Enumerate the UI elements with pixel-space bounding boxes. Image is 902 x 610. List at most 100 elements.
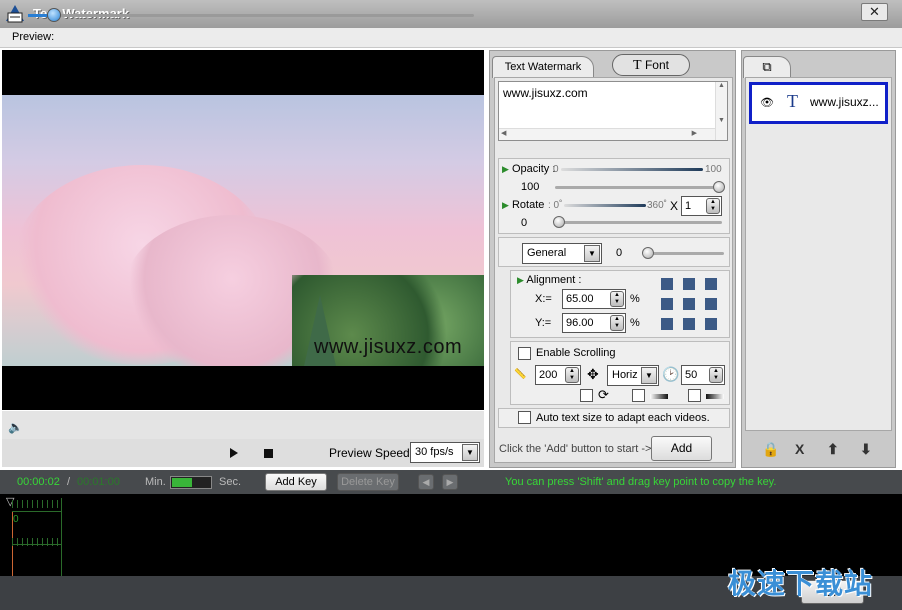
stop-button[interactable] bbox=[264, 449, 273, 458]
zoom-slider-fill bbox=[172, 478, 192, 487]
next-key-icon[interactable]: ▶ bbox=[442, 474, 458, 490]
expand-arrow-icon[interactable]: ▶ bbox=[502, 164, 509, 174]
y-label: Y:= bbox=[535, 317, 552, 329]
watermark-overlay-text[interactable]: www.jisuxz.com bbox=[314, 336, 462, 359]
effect-slider-handle[interactable] bbox=[642, 247, 654, 259]
enable-scrolling-label: Enable Scrolling bbox=[536, 347, 616, 359]
move-up-button[interactable]: ⬆ bbox=[827, 441, 839, 458]
spin-arrows-icon[interactable]: ▲ ▼ bbox=[610, 315, 624, 331]
text-vertical-scrollbar[interactable]: ▲ ▼ bbox=[715, 82, 727, 140]
align-top-right-button[interactable] bbox=[705, 278, 717, 290]
x-percent: % bbox=[630, 293, 640, 305]
y-percent: % bbox=[630, 317, 640, 329]
spin-arrows-icon[interactable]: ▲ ▼ bbox=[706, 198, 720, 214]
effect-select[interactable]: General ▼ bbox=[522, 243, 602, 264]
spin-arrows-icon[interactable]: ▲ ▼ bbox=[610, 291, 624, 307]
tab-layers[interactable]: ⧉ bbox=[743, 56, 791, 78]
scroll-count-value: 50 bbox=[685, 369, 698, 381]
seek-track[interactable] bbox=[28, 14, 474, 17]
align-top-center-button[interactable] bbox=[683, 278, 695, 290]
close-button[interactable]: ✕ bbox=[861, 3, 888, 21]
preview-speed-value: 30 fps/s bbox=[415, 446, 454, 458]
min-label: Min. bbox=[145, 476, 166, 488]
loop-checkbox[interactable] bbox=[580, 389, 593, 402]
align-bottom-right-button[interactable] bbox=[705, 318, 717, 330]
play-button[interactable] bbox=[230, 448, 238, 458]
auto-size-label: Auto text size to adapt each videos. bbox=[536, 412, 710, 424]
preview-label: Preview: bbox=[12, 31, 55, 43]
tab-text-watermark[interactable]: Text Watermark bbox=[492, 56, 594, 78]
spin-arrows-icon[interactable]: ▲ ▼ bbox=[565, 367, 579, 383]
effect-slider-track[interactable] bbox=[644, 252, 724, 255]
spin-arrows-icon[interactable]: ▲ ▼ bbox=[709, 367, 723, 383]
fade-out-checkbox[interactable] bbox=[688, 389, 701, 402]
rotate-slider-handle[interactable] bbox=[553, 216, 565, 228]
preview-speed-select[interactable]: 30 fps/s ▼ bbox=[410, 442, 480, 463]
rotate-multiplier-value: 1 bbox=[685, 200, 692, 212]
timeline-ruler bbox=[12, 498, 62, 576]
x-position-value: 65.00 bbox=[566, 293, 594, 305]
chevron-down-icon[interactable]: ▼ bbox=[641, 367, 657, 384]
seek-row: 🔈 bbox=[2, 411, 484, 439]
rotate-multiply-label: X bbox=[670, 199, 679, 213]
move-down-button[interactable]: ⬇ bbox=[860, 441, 872, 458]
align-middle-right-button[interactable] bbox=[705, 298, 717, 310]
scroll-direction-select[interactable]: Horiz ▼ bbox=[607, 365, 659, 386]
align-top-left-button[interactable] bbox=[661, 278, 673, 290]
opacity-slider-handle[interactable] bbox=[713, 181, 725, 193]
current-time: 00:00:02 bbox=[17, 476, 60, 488]
ruler-line bbox=[12, 544, 62, 545]
text-horizontal-scrollbar[interactable]: ◀ ▶ bbox=[499, 128, 715, 140]
add-key-button[interactable]: Add Key bbox=[265, 473, 327, 491]
clock-icon: 🕑 bbox=[662, 366, 680, 382]
x-position-spinner[interactable]: 65.00 ▲ ▼ bbox=[562, 289, 626, 309]
chevron-down-icon[interactable]: ▼ bbox=[584, 245, 600, 262]
delete-layer-button[interactable]: X bbox=[795, 441, 804, 457]
opacity-max: 100 bbox=[705, 164, 722, 175]
watermark-text-input[interactable]: www.jisuxz.com ▲ ▼ ◀ ▶ bbox=[498, 81, 728, 141]
scroll-count-spinner[interactable]: 50 ▲ ▼ bbox=[681, 365, 725, 385]
site-watermark-logo: 极速下载站 bbox=[728, 567, 874, 600]
align-center-button[interactable] bbox=[683, 298, 695, 310]
rotate-multiplier-spinner[interactable]: 1 ▲ ▼ bbox=[681, 196, 722, 216]
opacity-gradient bbox=[561, 168, 703, 171]
auto-size-checkbox[interactable] bbox=[518, 411, 531, 424]
align-middle-left-button[interactable] bbox=[661, 298, 673, 310]
expand-arrow-icon[interactable]: ▶ bbox=[517, 275, 524, 285]
tab-font[interactable]: T Font bbox=[612, 54, 690, 76]
seek-handle[interactable] bbox=[47, 8, 61, 22]
lock-button[interactable]: 🔒 bbox=[762, 441, 779, 458]
add-button[interactable]: Add bbox=[651, 436, 712, 461]
keyframe-label: 0 bbox=[13, 514, 19, 525]
rotate-gradient bbox=[564, 204, 646, 207]
expand-arrow-icon[interactable]: ▶ bbox=[502, 200, 509, 210]
fade-in-checkbox[interactable] bbox=[632, 389, 645, 402]
y-position-value: 96.00 bbox=[566, 317, 594, 329]
enable-scrolling-checkbox[interactable] bbox=[518, 347, 531, 360]
scroll-speed-spinner[interactable]: 200 ▲ ▼ bbox=[535, 365, 581, 385]
move-arrows-icon: ✥ bbox=[587, 366, 599, 382]
eye-icon[interactable]: 👁 bbox=[760, 96, 774, 109]
align-bottom-center-button[interactable] bbox=[683, 318, 695, 330]
effect-selected-value: General bbox=[527, 247, 567, 259]
preview-speed-label: Preview Speed: bbox=[329, 446, 414, 460]
rotate-slider-track[interactable] bbox=[555, 221, 722, 224]
chevron-down-icon[interactable]: ▼ bbox=[462, 444, 478, 461]
opacity-value: 100 bbox=[521, 181, 540, 193]
delete-key-button[interactable]: Delete Key bbox=[337, 473, 399, 491]
fade-out-icon bbox=[706, 394, 724, 399]
y-position-spinner[interactable]: 96.00 ▲ ▼ bbox=[562, 313, 626, 333]
opacity-slider-track[interactable] bbox=[555, 186, 722, 189]
total-time: 00:01:00 bbox=[77, 476, 120, 488]
scroll-speed-value: 200 bbox=[539, 369, 558, 381]
opacity-label: ▶ Opacity : bbox=[502, 163, 556, 175]
volume-icon[interactable]: 🔈 bbox=[8, 420, 23, 434]
video-preview: www.jisuxz.com bbox=[2, 50, 484, 410]
preview-header: Preview: bbox=[0, 28, 902, 48]
video-frame bbox=[2, 95, 484, 366]
align-bottom-left-button[interactable] bbox=[661, 318, 673, 330]
rotate-value: 0 bbox=[521, 217, 528, 229]
ruler-line bbox=[12, 511, 62, 512]
text-layer-icon: T bbox=[787, 91, 798, 111]
previous-key-icon[interactable]: ◀ bbox=[418, 474, 434, 490]
